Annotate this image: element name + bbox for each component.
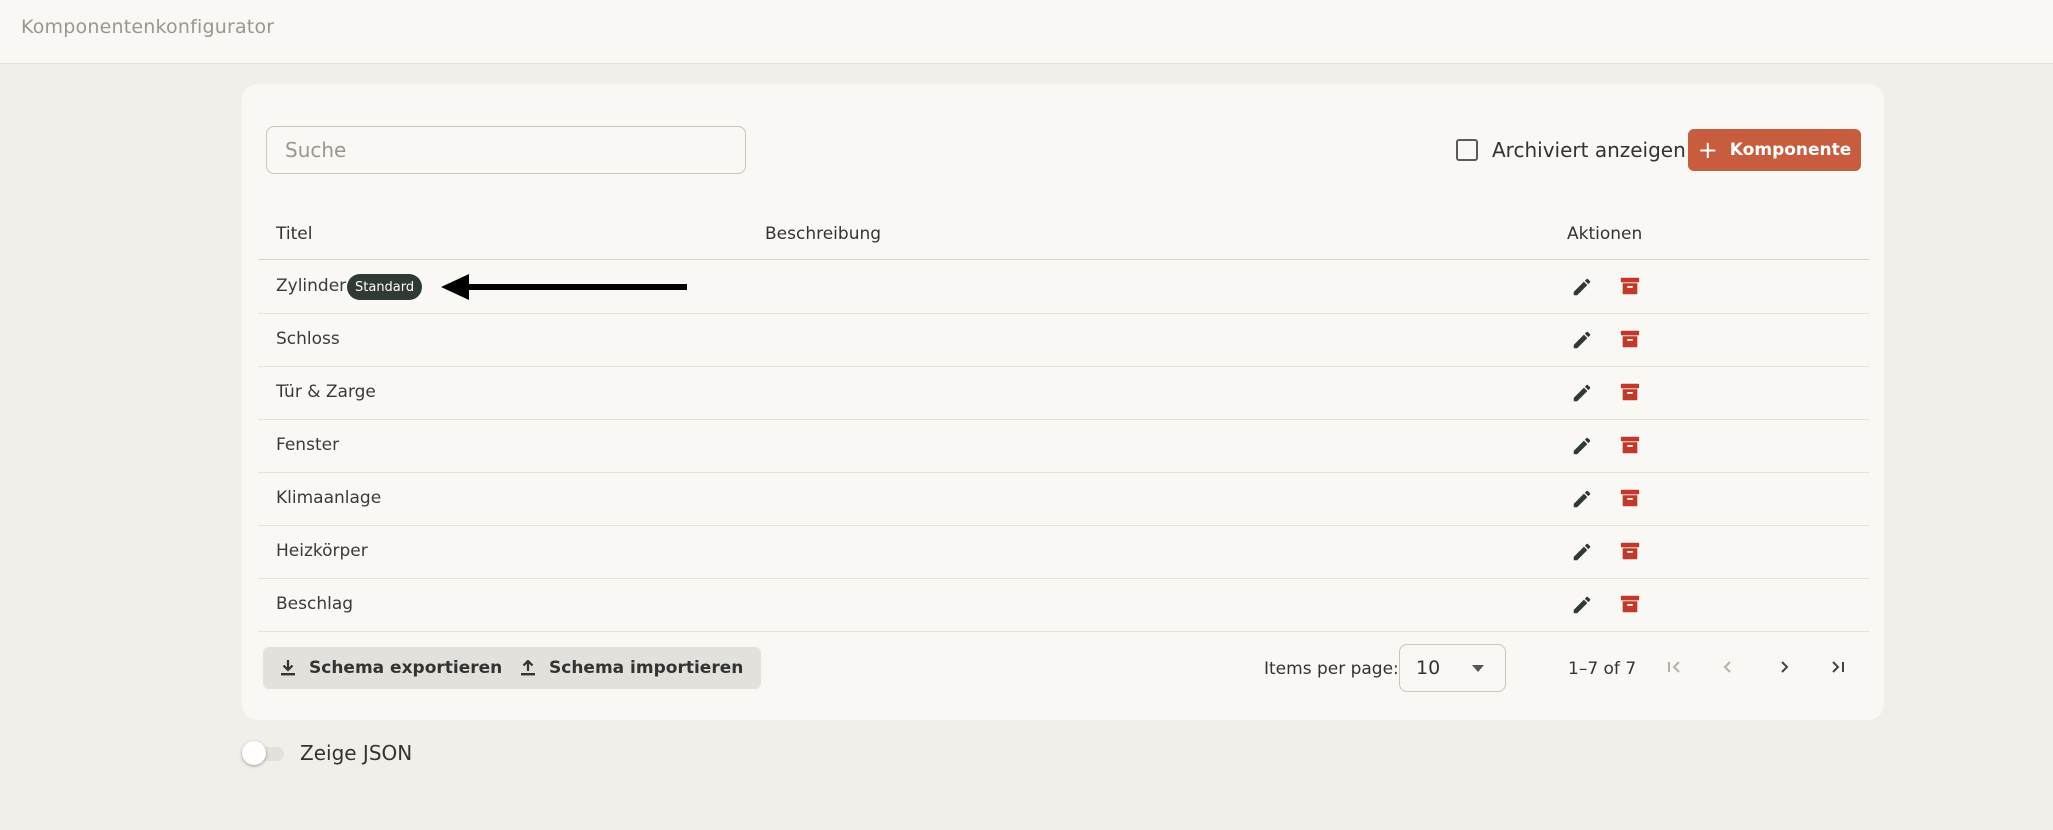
archive-icon [1620, 542, 1640, 560]
table-row[interactable]: Klimaanlage [258, 473, 1869, 526]
row-title: Fenster [276, 435, 340, 455]
table-row[interactable]: Fenster [258, 420, 1869, 473]
components-card: Archiviert anzeigen + Komponente Titel B… [242, 84, 1884, 720]
archive-icon [1620, 330, 1640, 348]
edit-button[interactable] [1571, 594, 1593, 616]
archive-icon [1620, 489, 1640, 507]
switch-thumb [242, 741, 266, 765]
column-header-actions: Aktionen [1567, 224, 1643, 244]
items-per-page-value: 10 [1416, 657, 1441, 679]
column-header-description[interactable]: Beschreibung [765, 224, 881, 244]
edit-button[interactable] [1571, 276, 1593, 298]
import-schema-button[interactable]: Schema importieren [503, 647, 762, 689]
add-component-label: Komponente [1729, 140, 1852, 160]
table-row[interactable]: Beschlag [258, 579, 1869, 632]
next-page-icon[interactable] [1772, 655, 1796, 679]
add-component-button[interactable]: + Komponente [1688, 129, 1861, 171]
pencil-icon [1573, 278, 1591, 296]
table-row[interactable]: Tür & Zarge [258, 367, 1869, 420]
archive-button[interactable] [1619, 275, 1641, 297]
archive-icon [1620, 595, 1640, 613]
caret-down-icon [1472, 665, 1484, 672]
row-title: Schloss [276, 329, 340, 349]
show-archived-label: Archiviert anzeigen [1492, 138, 1686, 162]
archive-icon [1620, 383, 1640, 401]
row-title: Tür & Zarge [276, 382, 376, 402]
pencil-icon [1573, 437, 1591, 455]
show-archived-toggle[interactable]: Archiviert anzeigen [1456, 132, 1686, 168]
top-app-bar: Komponentenkonfigurator [0, 0, 2053, 64]
search-input[interactable] [266, 126, 746, 174]
default-badge: Standard [347, 274, 423, 300]
items-per-page-select[interactable]: 10 [1399, 644, 1506, 692]
row-title: Beschlag [276, 594, 354, 614]
last-page-icon[interactable] [1826, 655, 1850, 679]
pencil-icon [1573, 384, 1591, 402]
download-icon [281, 660, 295, 676]
items-per-page-label: Items per page: [1264, 659, 1399, 679]
upload-icon [521, 660, 535, 676]
pencil-icon [1573, 543, 1591, 561]
previous-page-icon[interactable] [1716, 655, 1740, 679]
app-title: Komponentenkonfigurator [21, 16, 275, 38]
table-row[interactable]: Schloss [258, 314, 1869, 367]
edit-button[interactable] [1571, 329, 1593, 351]
table-row[interactable]: Heizkörper [258, 526, 1869, 579]
export-schema-button[interactable]: Schema exportieren [263, 647, 521, 689]
show-archived-checkbox[interactable] [1456, 139, 1478, 161]
plus-icon: + [1697, 136, 1718, 164]
edit-button[interactable] [1571, 435, 1593, 457]
show-json-switch[interactable] [242, 738, 286, 768]
pencil-icon [1573, 331, 1591, 349]
archive-icon [1620, 277, 1640, 295]
pencil-icon [1573, 596, 1591, 614]
archive-button[interactable] [1619, 434, 1641, 456]
annotation-arrow-icon [441, 274, 687, 300]
first-page-icon[interactable] [1662, 655, 1686, 679]
row-title: Klimaanlage [276, 488, 382, 508]
edit-button[interactable] [1571, 382, 1593, 404]
row-title: Heizkörper [276, 541, 368, 561]
archive-button[interactable] [1619, 593, 1641, 615]
import-schema-label: Schema importieren [549, 658, 744, 678]
pencil-icon [1573, 490, 1591, 508]
column-header-title[interactable]: Titel [276, 224, 312, 244]
show-json-label: Zeige JSON [300, 741, 413, 765]
edit-button[interactable] [1571, 541, 1593, 563]
archive-icon [1620, 436, 1640, 454]
show-json-toggle[interactable]: Zeige JSON [242, 738, 412, 768]
archive-button[interactable] [1619, 381, 1641, 403]
archive-button[interactable] [1619, 487, 1641, 509]
page-range-label: 1–7 of 7 [1568, 659, 1637, 679]
archive-button[interactable] [1619, 328, 1641, 350]
row-title: Zylinder [276, 276, 347, 296]
edit-button[interactable] [1571, 488, 1593, 510]
archive-button[interactable] [1619, 540, 1641, 562]
table-row[interactable]: Zylinder Standard [258, 261, 1869, 314]
table-header: Titel Beschreibung Aktionen [258, 208, 1869, 260]
export-schema-label: Schema exportieren [309, 658, 503, 678]
